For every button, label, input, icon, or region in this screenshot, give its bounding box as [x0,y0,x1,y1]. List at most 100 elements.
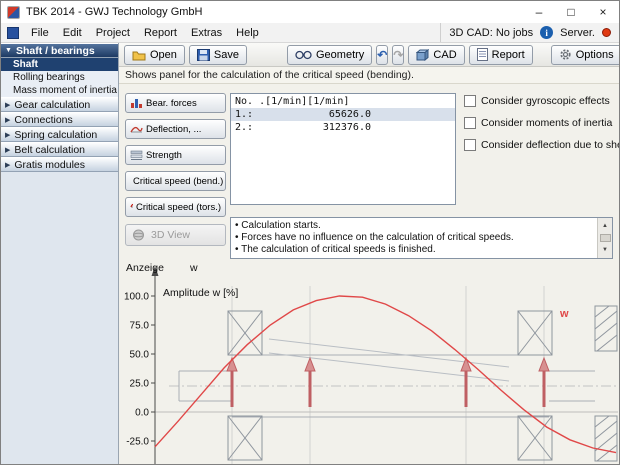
checkbox-row: Consider deflection due to shear [464,139,619,151]
critical-speed-torsion-button[interactable]: Critical speed (tors.) [125,197,226,217]
critical-speed-bending-button[interactable]: Critical speed (bend.) [125,171,226,191]
checkbox-row: Consider moments of inertia [464,117,619,129]
window-controls: – □ × [523,1,619,23]
scroll-up-icon[interactable]: ▲ [602,218,608,234]
force-arrow-icons [227,358,549,407]
cad-button[interactable]: CAD [408,45,464,65]
sidebar-item-shaft[interactable]: Shaft [1,58,118,71]
cad-status: 3D CAD: No jobs [449,27,533,39]
chevron-right-icon: ▶ [5,146,10,154]
server-status-indicator [602,28,611,37]
chevron-down-icon: ▼ [5,47,12,54]
calculation-log[interactable]: • Calculation starts. • Forces have no i… [230,217,613,259]
sidebar-group-shaft-bearings[interactable]: ▼ Shaft / bearings [1,43,118,58]
3d-sphere-icon [132,229,146,241]
list-row[interactable]: 1.: 65626.0 [231,108,455,121]
toolbar: Open Save Geometry ↶ ↷ CAD R [119,43,619,67]
open-button[interactable]: Open [124,45,185,65]
row-index: 2.: [235,122,261,133]
menu-project[interactable]: Project [89,24,137,42]
gyroscopic-effects-checkbox[interactable] [464,95,476,107]
checkbox-label: Consider deflection due to shear [481,139,619,151]
sidebar-group-gratis-modules[interactable]: ▶ Gratis modules [1,157,118,172]
svg-text:25.0: 25.0 [130,379,150,390]
strength-lines-icon [130,149,143,161]
undo-button[interactable]: ↶ [376,45,388,65]
window-title: TBK 2014 - GWJ Technology GmbH [26,6,517,18]
app-window: TBK 2014 - GWJ Technology GmbH – □ × Fil… [0,0,620,465]
log-line: • Calculation starts. [235,220,592,232]
close-button[interactable]: × [587,1,619,23]
deflection-shear-checkbox[interactable] [464,139,476,151]
document-icon [477,48,488,61]
geometry-button[interactable]: Geometry [287,45,372,65]
menu-report[interactable]: Report [137,24,184,42]
shaft-drawing [169,306,618,461]
redo-icon: ↷ [393,48,403,62]
checkbox-label: Consider gyroscopic effects [481,95,610,107]
calculation-panel: Bear. forces Deflection, ... Strength Cr… [119,84,619,464]
server-status-label: Server. [560,27,595,39]
info-icon[interactable]: i [540,26,553,39]
bar-chart-icon [130,97,143,109]
options-button[interactable]: Options [551,45,620,65]
bearing-forces-button[interactable]: Bear. forces [125,93,226,113]
deflection-button[interactable]: Deflection, ... [125,119,226,139]
sidebar-group-gear-calculation[interactable]: ▶ Gear calculation [1,97,118,112]
moments-of-inertia-checkbox[interactable] [464,117,476,129]
options-checkbox-group: Consider gyroscopic effects Consider mom… [464,95,619,151]
minimize-button[interactable]: – [523,1,555,23]
scrollbar-thumb[interactable] [600,234,611,242]
svg-text:50.0: 50.0 [130,350,150,361]
status-text: Shows panel for the calculation of the c… [119,67,619,84]
sidebar-group-belt-calculation[interactable]: ▶ Belt calculation [1,142,118,157]
svg-text:75.0: 75.0 [130,321,150,332]
floppy-disk-icon [197,49,210,61]
3d-view-button[interactable]: 3D View [125,224,226,246]
chevron-right-icon: ▶ [5,161,10,169]
support-hatch-blocks [595,306,617,461]
list-row[interactable]: 2.: 312376.0 [231,121,455,134]
svg-text:-25.0: -25.0 [126,437,149,448]
maximize-button[interactable]: □ [555,1,587,23]
chevron-right-icon: ▶ [5,116,10,124]
redo-button[interactable]: ↷ [392,45,404,65]
save-button[interactable]: Save [189,45,247,65]
cad-cube-icon [416,49,429,61]
app-icon [7,6,20,19]
display-value: w [190,262,198,274]
menu-edit[interactable]: Edit [56,24,89,42]
sidebar-group-label: Shaft / bearings [16,45,95,57]
svg-text:w: w [559,308,569,320]
log-scrollbar[interactable]: ▲ ▼ [597,218,612,258]
menu-file[interactable]: File [24,24,56,42]
sidebar-item-rolling-bearings[interactable]: Rolling bearings [1,71,118,84]
strength-button[interactable]: Strength [125,145,226,165]
deflection-curve-icon [130,123,143,135]
sidebar-item-mass-moment-of-inertia[interactable]: Mass moment of inertia [1,84,118,97]
app-menu-icon[interactable] [7,27,19,39]
critical-speed-list[interactable]: No. .[1/min][1/min] 1.: 65626.0 2.: 3123… [230,93,456,205]
checkbox-row: Consider gyroscopic effects [464,95,619,107]
sidebar-background [1,172,118,464]
sidebar-group-connections[interactable]: ▶ Connections [1,112,118,127]
critical-speed-chart: 100.075.050.025.00.0-25.0Amplitude w [%]… [119,259,619,464]
scroll-down-icon[interactable]: ▼ [602,242,608,258]
menu-extras[interactable]: Extras [184,24,229,42]
titlebar: TBK 2014 - GWJ Technology GmbH – □ × [1,1,619,23]
sidebar-group-label: Gear calculation [14,99,90,111]
sidebar-group-label: Gratis modules [14,159,85,171]
sidebar-group-spring-calculation[interactable]: ▶ Spring calculation [1,127,118,142]
checkbox-label: Consider moments of inertia [481,117,612,129]
display-label: Anzeige [126,262,164,274]
sidebar-group-label: Belt calculation [14,144,85,156]
chevron-right-icon: ▶ [5,101,10,109]
undo-icon: ↶ [377,48,387,62]
folder-open-icon [132,49,146,61]
menubar-status-area: 3D CAD: No jobs i Server. [440,23,619,42]
sidebar-group-label: Connections [14,114,72,126]
report-button[interactable]: Report [469,45,533,65]
function-button-column: Bear. forces Deflection, ... Strength Cr… [125,93,226,217]
eyeglasses-icon [295,49,312,60]
menu-help[interactable]: Help [229,24,266,42]
